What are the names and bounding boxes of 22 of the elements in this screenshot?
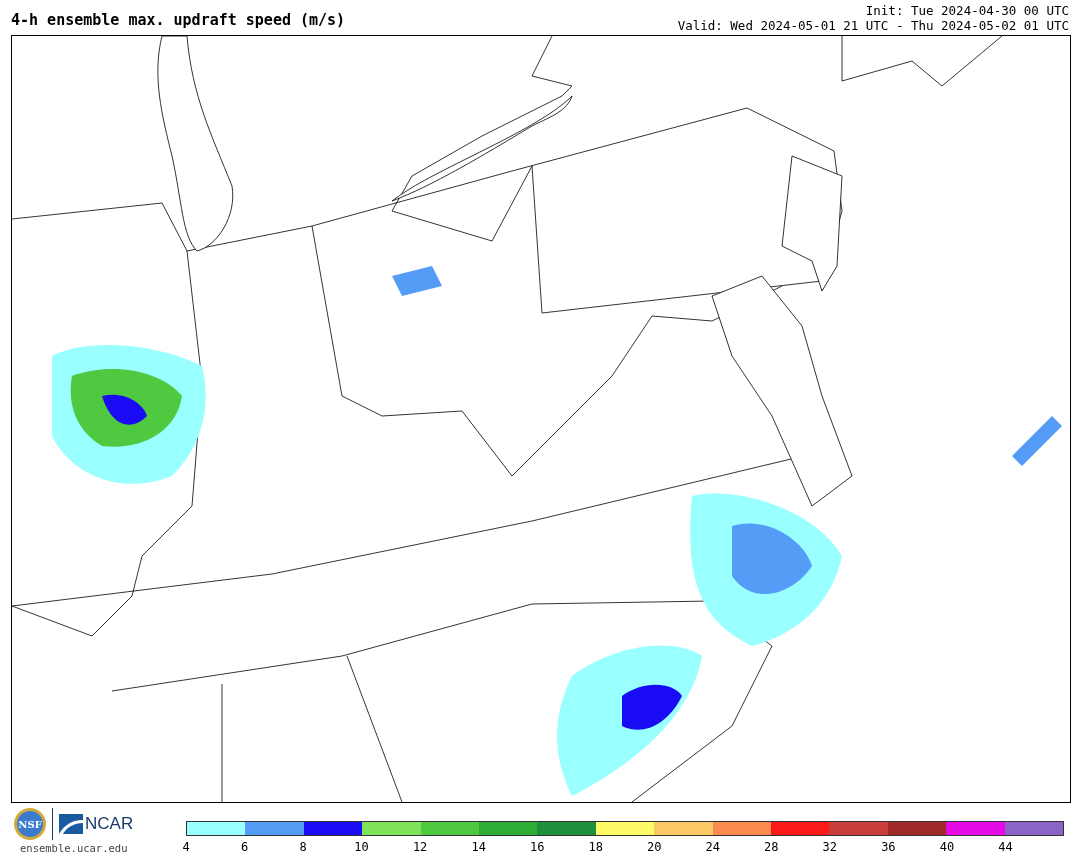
tick-label: 28 (764, 840, 779, 854)
tick-label: 44 (998, 840, 1013, 854)
tick-label: 20 (647, 840, 662, 854)
tick-label: 36 (881, 840, 896, 854)
tick-label: 24 (705, 840, 720, 854)
site-url: ensemble.ucar.edu (20, 842, 129, 854)
tick-label: 18 (588, 840, 603, 854)
chart-title: 4-h ensemble max. updraft speed (m/s) (11, 11, 346, 31)
tick-label: 16 (529, 840, 545, 854)
tick-label: 32 (822, 840, 838, 854)
tick-label: 40 (939, 840, 955, 854)
tick-label: 12 (412, 840, 428, 854)
tick-label: 6 (240, 840, 249, 854)
ncar-logo-text: NCAR (85, 814, 134, 834)
valid-time: Valid: Wed 2024-05-01 21 UTC - Thu 2024-05-02 01 UTC (677, 18, 1069, 33)
tick-label: 8 (299, 840, 307, 854)
wave-icon (59, 814, 83, 834)
tick-label: 10 (354, 840, 369, 854)
tick-label: 14 (471, 840, 486, 854)
init-time: Init: Tue 2024-04-30 00 UTC (864, 3, 1069, 18)
tick-label: 4 (182, 840, 190, 854)
nsf-logo: NSF (14, 808, 46, 840)
